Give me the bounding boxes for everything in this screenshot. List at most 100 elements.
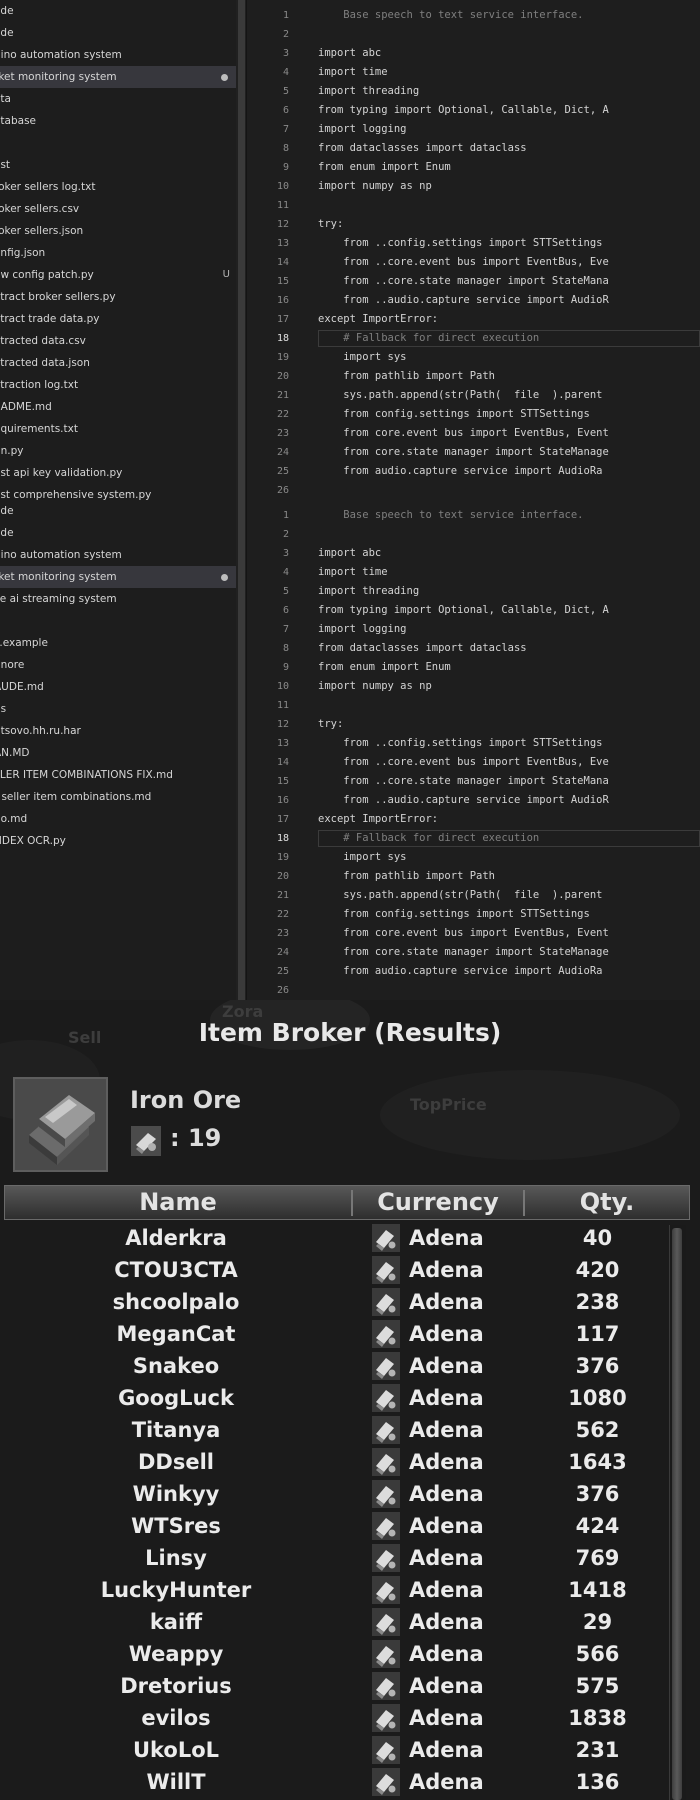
adena-coin-icon <box>372 1416 400 1444</box>
explorer-scrollbar-thumb[interactable] <box>238 500 245 1000</box>
file-name: AN.MD <box>0 747 30 759</box>
explorer-scrollbar-thumb[interactable] <box>238 0 245 500</box>
file-tree-item[interactable]: ew config patch.py U <box>0 264 246 286</box>
line-number: 15 <box>276 776 289 787</box>
file-tree-item[interactable]: atabase <box>0 110 246 132</box>
file-tree-item[interactable]: LLER ITEM COMBINATIONS FIX.md <box>0 764 246 786</box>
column-header-qty[interactable]: Qty. <box>525 1186 689 1219</box>
file-tree-item[interactable]: x <box>0 132 246 154</box>
file-name: ata <box>0 93 11 105</box>
file-tree-item[interactable]: AUDE.md <box>0 676 246 698</box>
table-row[interactable]: Weappy Adena 566 <box>0 1638 700 1670</box>
file-tree-item[interactable]: ata <box>0 88 246 110</box>
file-name: est <box>0 159 11 171</box>
results-scrollbar-thumb[interactable] <box>672 1228 682 1800</box>
currency-label: Adena <box>409 1706 484 1730</box>
currency-label: Adena <box>409 1226 484 1250</box>
line-number: 25 <box>276 966 289 977</box>
table-row[interactable]: WillT Adena 136 <box>0 1766 700 1798</box>
table-row[interactable]: MeganCat Adena 117 <box>0 1318 700 1350</box>
file-tree-item[interactable]: onfig.json <box>0 242 246 264</box>
table-row[interactable]: DDsell Adena 1643 <box>0 1446 700 1478</box>
file-name: ode <box>0 5 14 17</box>
file-name: ode <box>0 527 14 539</box>
file-tree-item[interactable]: xtract trade data.py <box>0 308 246 330</box>
column-header-currency[interactable]: Currency <box>353 1186 523 1219</box>
file-tree-item[interactable]: xtracted data.json <box>0 352 246 374</box>
table-row[interactable]: CTOU3CTA Adena 420 <box>0 1254 700 1286</box>
table-row[interactable]: evilos Adena 1838 <box>0 1702 700 1734</box>
file-tree-item[interactable]: roker sellers.json <box>0 220 246 242</box>
code-line: from core.state manager import StateMana… <box>318 446 609 458</box>
table-row[interactable]: Winkyy Adena 376 <box>0 1478 700 1510</box>
adena-coin-icon <box>372 1672 400 1700</box>
quantity-value: 376 <box>575 1482 620 1506</box>
table-row[interactable]: Alderkra Adena 40 <box>0 1222 700 1254</box>
file-name: t seller item combinations.md <box>0 791 152 803</box>
adena-coin-icon <box>372 1608 400 1636</box>
file-tree-item[interactable]: rket monitoring system <box>0 66 246 88</box>
file-name: xtract trade data.py <box>0 313 100 325</box>
currency-label: Adena <box>409 1610 484 1634</box>
file-tree-item[interactable]: gs <box>0 698 246 720</box>
file-tree-item[interactable]: uino automation system <box>0 44 246 66</box>
seller-name: LuckyHunter <box>100 1578 252 1602</box>
file-tree-item[interactable]: roker sellers.csv <box>0 198 246 220</box>
table-row[interactable]: Titanya Adena 562 <box>0 1414 700 1446</box>
file-tree-item[interactable]: roker sellers log.txt <box>0 176 246 198</box>
file-name: NDEX OCR.py <box>0 835 66 847</box>
table-row[interactable]: UkoLoL Adena 231 <box>0 1734 700 1766</box>
code-line: import threading <box>318 85 420 97</box>
file-tree-item[interactable]: ce ai streaming system <box>0 588 246 610</box>
file-tree-item[interactable]: do.md <box>0 808 246 830</box>
file-tree-item[interactable]: ntsovo.hh.ru.har <box>0 720 246 742</box>
file-tree-item[interactable]: ode <box>0 500 246 522</box>
file-tree-item[interactable]: xtracted data.csv <box>0 330 246 352</box>
code-line: from ..config.settings import STTSetting… <box>318 237 603 249</box>
file-tree-item[interactable]: est <box>0 154 246 176</box>
file-name: roker sellers.json <box>0 225 84 237</box>
file-tree-item[interactable]: NDEX OCR.py <box>0 830 246 852</box>
file-tree-item[interactable]: uino automation system <box>0 544 246 566</box>
file-tree-item[interactable]: ode <box>0 22 246 44</box>
modified-dot-icon <box>221 74 228 81</box>
file-tree-item[interactable]: v.example <box>0 632 246 654</box>
table-row[interactable]: shcoolpalo Adena 238 <box>0 1286 700 1318</box>
file-tree-item[interactable]: est api key validation.py <box>0 462 246 484</box>
file-tree-item[interactable]: un.py <box>0 440 246 462</box>
code-text[interactable]: Base speech to text service interface. im… <box>318 0 700 500</box>
adena-coin-icon <box>372 1704 400 1732</box>
file-tree-item[interactable]: equirements.txt <box>0 418 246 440</box>
file-tree-item[interactable]: t seller item combinations.md <box>0 786 246 808</box>
file-tree-item[interactable]: ode <box>0 522 246 544</box>
file-tree-item[interactable]: EADME.md <box>0 396 246 418</box>
table-row[interactable]: Dretorius Adena 575 <box>0 1670 700 1702</box>
file-tree-item[interactable]: ode <box>0 0 246 22</box>
file-tree-item[interactable]: AN.MD <box>0 742 246 764</box>
file-tree-item[interactable]: rket monitoring system <box>0 566 246 588</box>
quantity-value: 238 <box>575 1290 620 1314</box>
table-row[interactable]: LuckyHunter Adena 1418 <box>0 1574 700 1606</box>
file-tree-item[interactable]: xtraction log.txt <box>0 374 246 396</box>
table-row[interactable]: kaiff Adena 29 <box>0 1606 700 1638</box>
quantity-value: 562 <box>575 1418 620 1442</box>
table-row[interactable]: Snakeo Adena 376 <box>0 1350 700 1382</box>
code-line: from ..config.settings import STTSetting… <box>318 737 603 749</box>
code-line: from audio.capture service import AudioR… <box>318 465 603 477</box>
table-row[interactable]: WTSres Adena 424 <box>0 1510 700 1542</box>
seller-name: Dretorius <box>120 1674 232 1698</box>
file-tree-item[interactable]: v <box>0 610 246 632</box>
file-tree-item[interactable]: gnore <box>0 654 246 676</box>
file-tree-item[interactable]: est comprehensive system.py <box>0 484 246 500</box>
code-text[interactable]: Base speech to text service interface. im… <box>318 500 700 1000</box>
line-number: 18 <box>276 833 289 844</box>
table-row[interactable]: GoogLuck Adena 1080 <box>0 1382 700 1414</box>
code-line: from core.event bus import EventBus, Eve… <box>318 427 609 439</box>
currency-label: Adena <box>409 1770 484 1794</box>
seller-name: CTOU3CTA <box>114 1258 238 1282</box>
code-line: from ..core.state manager import StateMa… <box>318 775 609 787</box>
table-row[interactable]: Linsy Adena 769 <box>0 1542 700 1574</box>
column-header-name[interactable]: Name <box>5 1186 351 1219</box>
line-number: 23 <box>276 928 289 939</box>
file-tree-item[interactable]: xtract broker sellers.py <box>0 286 246 308</box>
